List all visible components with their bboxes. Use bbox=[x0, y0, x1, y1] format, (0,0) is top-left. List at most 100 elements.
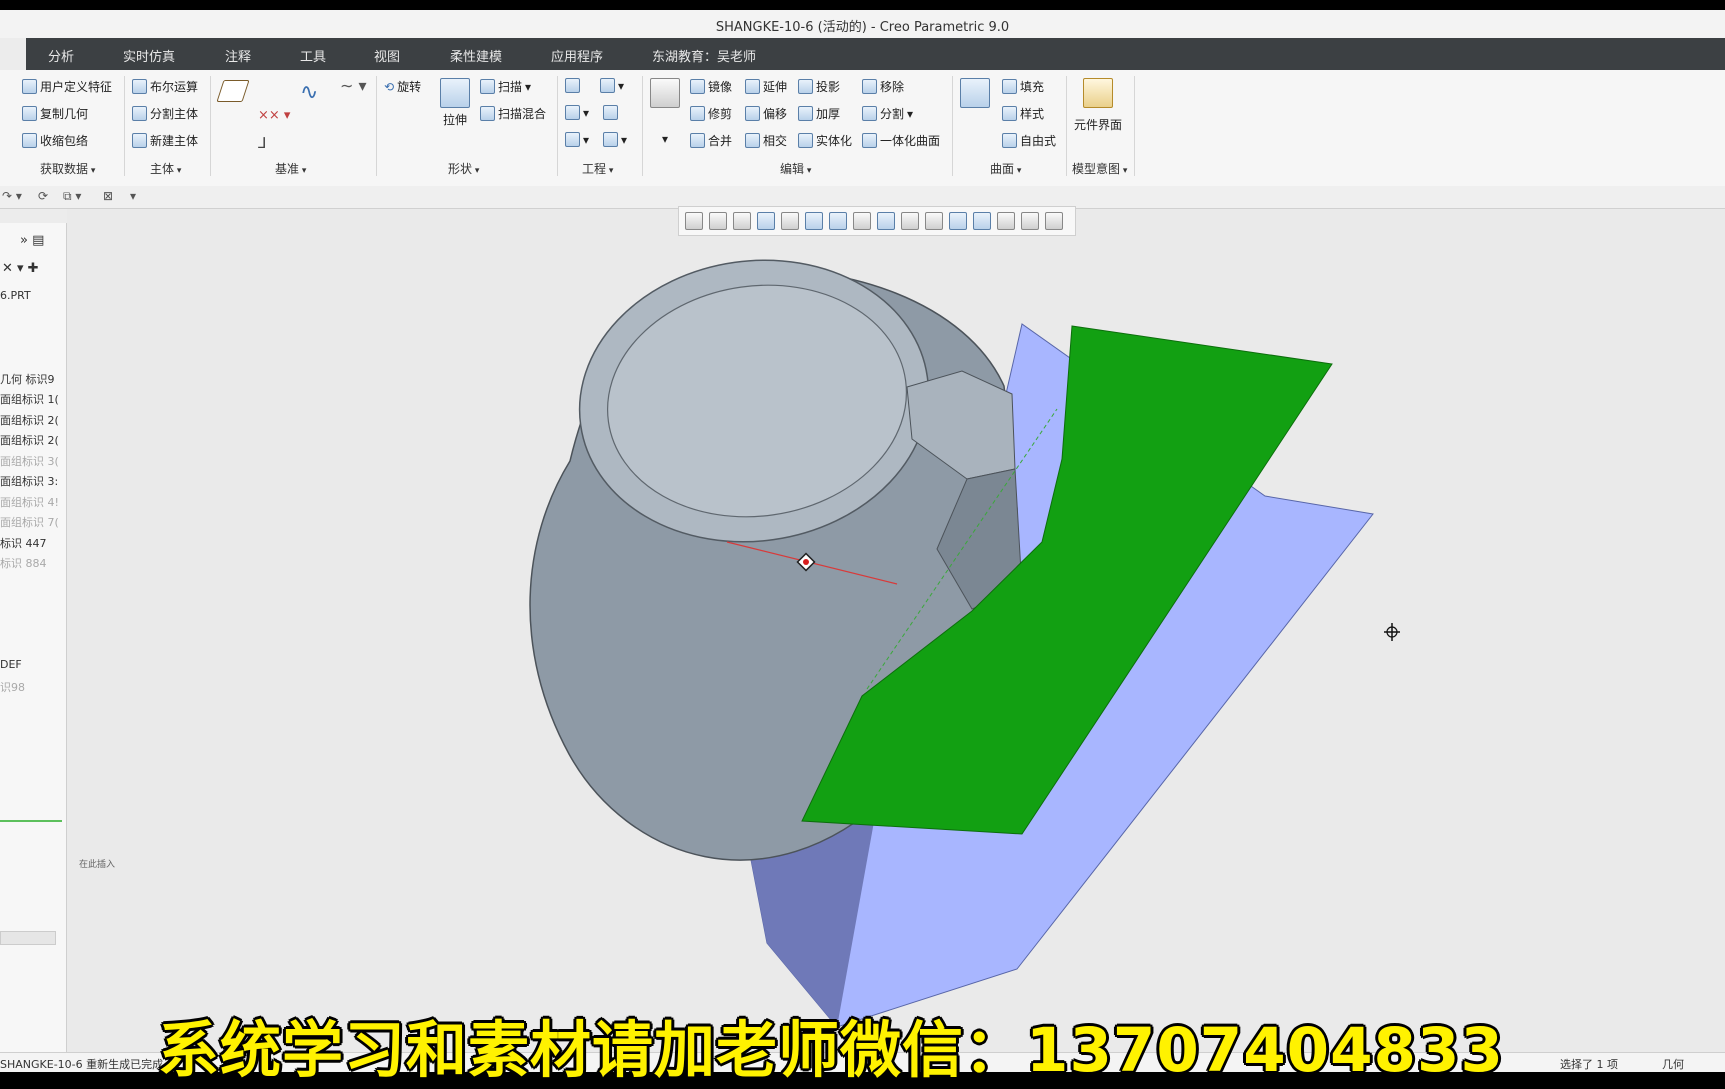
plane-button[interactable] bbox=[216, 80, 250, 102]
menu-view[interactable]: 视图 bbox=[374, 46, 400, 65]
body-group-label[interactable]: 主体 bbox=[150, 160, 181, 177]
tree-row[interactable]: 面组标识 7( bbox=[0, 514, 64, 530]
title-bar: SHANGKE-10-6 (活动的) - Creo Parametric 9.0 bbox=[0, 10, 1725, 39]
menu-flexible-modeling[interactable]: 柔性建模 bbox=[450, 46, 502, 65]
tree-row[interactable]: 几何 标识9 bbox=[0, 371, 64, 387]
merge-button[interactable]: 合并 bbox=[690, 132, 732, 149]
tree-toolbar[interactable]: ✕ ▾ ✚ bbox=[2, 261, 66, 276]
tree-row[interactable]: 标识 884 bbox=[0, 555, 64, 571]
revolve-button[interactable]: ⟲ 旋转 bbox=[384, 78, 421, 95]
selection-filter[interactable]: 几何 bbox=[1662, 1056, 1684, 1072]
model-tree-root[interactable]: 6.PRT bbox=[0, 289, 64, 302]
style-button[interactable]: 样式 bbox=[1002, 105, 1044, 122]
refit-icon[interactable] bbox=[685, 212, 703, 230]
datum-display-icon[interactable] bbox=[901, 212, 919, 230]
offset-button[interactable]: 偏移 bbox=[745, 105, 787, 122]
new-body-button[interactable]: 新建主体 bbox=[132, 132, 198, 149]
extrude-button[interactable]: 拉伸 bbox=[440, 78, 470, 128]
view-manager-icon[interactable] bbox=[853, 212, 871, 230]
user-defined-feature-button[interactable]: 用户定义特征 bbox=[22, 78, 112, 95]
copy-geometry-button[interactable]: 复制几何 bbox=[22, 105, 88, 122]
intersect-button[interactable]: 相交 bbox=[745, 132, 787, 149]
planes-display-icon[interactable] bbox=[973, 212, 991, 230]
windows-icon[interactable]: ⧉ ▾ bbox=[63, 189, 81, 204]
mirror-button[interactable]: 镜像 bbox=[690, 78, 732, 95]
rotate-cursor-icon bbox=[1384, 623, 1400, 641]
annotation-display-icon[interactable] bbox=[925, 212, 943, 230]
get-data-group-label[interactable]: 获取数据 bbox=[40, 160, 95, 177]
zoom-in-icon[interactable] bbox=[709, 212, 727, 230]
repaint-icon[interactable] bbox=[757, 212, 775, 230]
tree-row[interactable]: 面组标识 4! bbox=[0, 494, 64, 510]
menu-applications[interactable]: 应用程序 bbox=[551, 46, 603, 65]
tree-row[interactable]: 面组标识 2( bbox=[0, 432, 64, 448]
saved-orientations-icon[interactable] bbox=[829, 212, 847, 230]
rib-button[interactable]: ▾ bbox=[603, 132, 627, 147]
tree-row[interactable]: 面组标识 3: bbox=[0, 473, 64, 489]
menu-analysis[interactable]: 分析 bbox=[48, 46, 74, 65]
tree-divider bbox=[0, 820, 62, 822]
editing-group-label[interactable]: 编辑 bbox=[780, 160, 811, 177]
surfaces-group-label[interactable]: 曲面 bbox=[990, 160, 1021, 177]
freestyle-button[interactable]: 自由式 bbox=[1002, 132, 1056, 149]
model-intent-group-label[interactable]: 模型意图 bbox=[1072, 160, 1127, 177]
engineering-group-label[interactable]: 工程 bbox=[582, 160, 613, 177]
shrinkwrap-button[interactable]: 收缩包络 bbox=[22, 132, 88, 149]
hole-button[interactable] bbox=[565, 78, 580, 93]
pattern-dropdown[interactable]: ▾ bbox=[662, 132, 668, 146]
sketch-curve-button[interactable]: ∿ bbox=[300, 80, 318, 105]
solidify-button[interactable]: 实体化 bbox=[798, 132, 852, 149]
perspective-icon[interactable] bbox=[781, 212, 799, 230]
csys-button[interactable]: ⅃ bbox=[258, 134, 266, 152]
extend-button[interactable]: 延伸 bbox=[745, 78, 787, 95]
trim-button[interactable]: 修剪 bbox=[690, 105, 732, 122]
close-window-icon[interactable]: ⊠ bbox=[103, 189, 113, 203]
toolbar-more-icon[interactable] bbox=[1045, 212, 1063, 230]
project-button[interactable]: 投影 bbox=[798, 78, 840, 95]
spin-center-icon[interactable] bbox=[949, 212, 967, 230]
horizontal-scrollbar[interactable] bbox=[0, 931, 56, 945]
pattern-button[interactable] bbox=[650, 78, 680, 108]
display-style-icon[interactable] bbox=[805, 212, 823, 230]
shell-button[interactable] bbox=[603, 105, 618, 120]
datum-group-label[interactable]: 基准 bbox=[275, 160, 306, 177]
spline-button[interactable]: ∼ ▾ bbox=[340, 76, 367, 95]
boolean-button[interactable]: 布尔运算 bbox=[132, 78, 198, 95]
redo-icon[interactable]: ↷ ▾ bbox=[2, 189, 22, 203]
ribbon-separator bbox=[210, 76, 211, 176]
zoom-out-icon[interactable] bbox=[733, 212, 751, 230]
menu-tools[interactable]: 工具 bbox=[300, 46, 326, 65]
menu-model-tab-active[interactable] bbox=[0, 38, 26, 70]
graphics-area[interactable]: 在此插入 bbox=[67, 209, 1725, 1052]
menu-annotate[interactable]: 注释 bbox=[225, 46, 251, 65]
sweep-icon bbox=[480, 79, 495, 94]
tree-row[interactable]: 面组标识 1( bbox=[0, 391, 64, 407]
sweep-button[interactable]: 扫描 ▾ bbox=[480, 78, 531, 95]
shapes-group-label[interactable]: 形状 bbox=[448, 160, 479, 177]
component-interface-button[interactable]: 元件界面 bbox=[1074, 78, 1122, 133]
menu-custom-tab[interactable]: 东湖教育：吴老师 bbox=[652, 46, 756, 65]
swept-blend-button[interactable]: 扫描混合 bbox=[480, 105, 546, 122]
tree-row[interactable]: 面组标识 3( bbox=[0, 453, 64, 469]
axes-display-icon[interactable] bbox=[997, 212, 1015, 230]
regenerate-icon[interactable]: ⟳ bbox=[38, 189, 48, 203]
thicken-button[interactable]: 加厚 bbox=[798, 105, 840, 122]
tree-row-def[interactable]: DEF bbox=[0, 658, 64, 671]
draft-button[interactable]: ▾ bbox=[565, 132, 589, 147]
split-body-button[interactable]: 分割主体 bbox=[132, 105, 198, 122]
pause-icon[interactable] bbox=[1021, 212, 1039, 230]
boundary-blend-button[interactable] bbox=[960, 78, 990, 108]
customize-toolbar-icon[interactable]: ▾ bbox=[130, 189, 136, 203]
tree-row[interactable]: 标识 447 bbox=[0, 535, 64, 551]
section-icon[interactable] bbox=[877, 212, 895, 230]
fill-button[interactable]: 填充 bbox=[1002, 78, 1044, 95]
remove-button[interactable]: 移除 bbox=[862, 78, 904, 95]
chamfer-button[interactable]: ▾ bbox=[565, 105, 589, 120]
tree-row[interactable]: 面组标识 2( bbox=[0, 412, 64, 428]
round-button[interactable]: ▾ bbox=[600, 78, 624, 93]
unify-surface-button[interactable]: 一体化曲面 bbox=[862, 132, 940, 149]
split-button[interactable]: 分割 ▾ bbox=[862, 105, 913, 122]
point-button[interactable]: ×× ▾ bbox=[258, 108, 290, 123]
tree-row-id98[interactable]: 识98 bbox=[0, 679, 64, 695]
menu-live-simulation[interactable]: 实时仿真 bbox=[123, 46, 175, 65]
